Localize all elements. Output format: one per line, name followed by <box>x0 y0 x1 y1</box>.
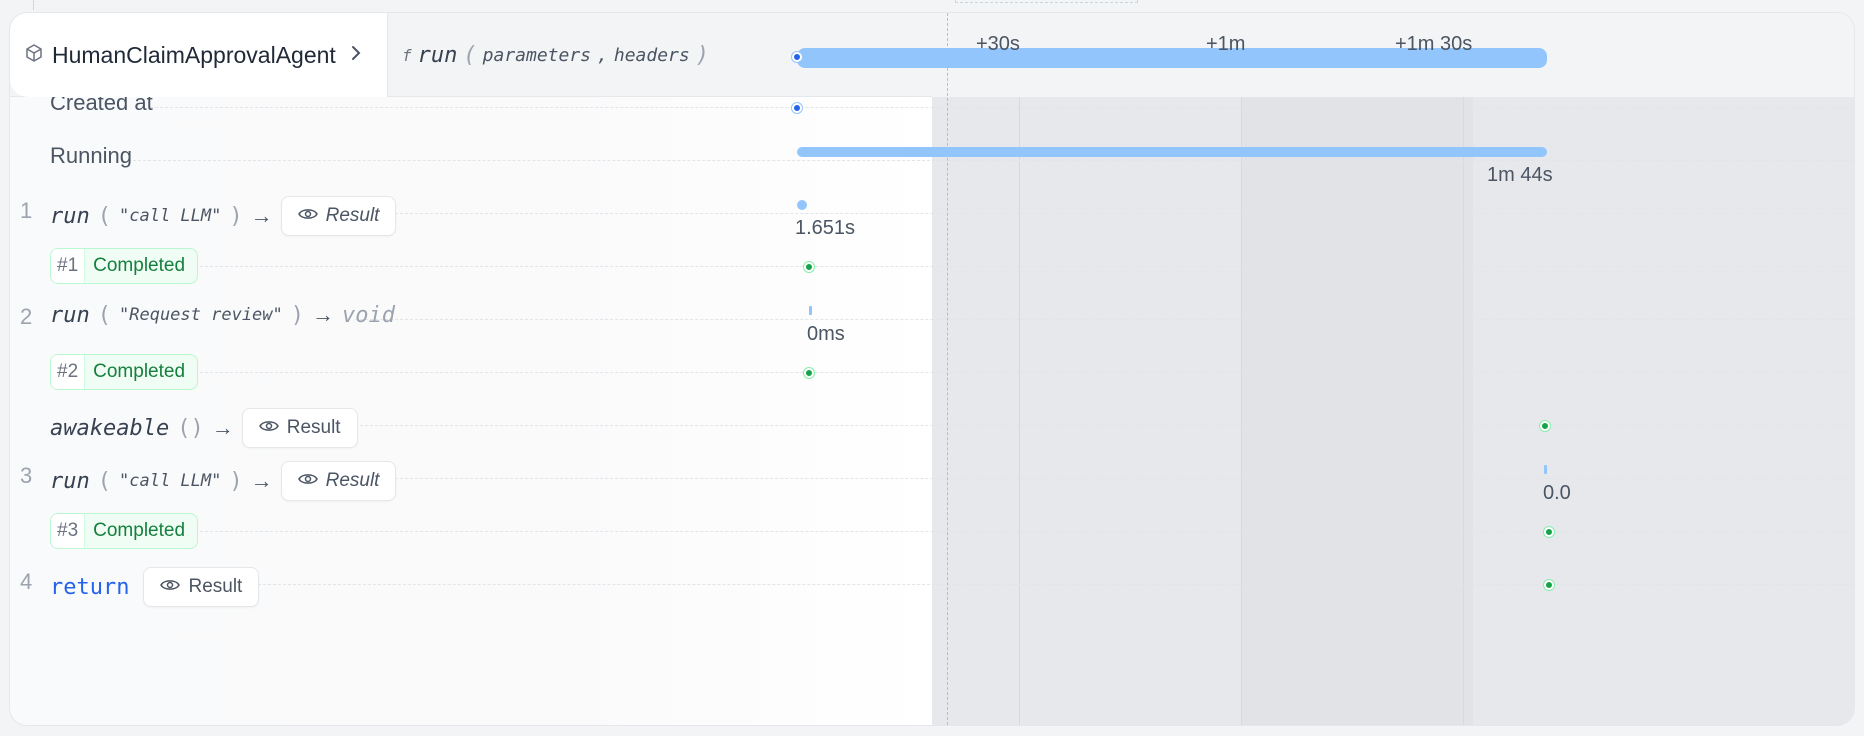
rparen: ) <box>229 468 243 494</box>
arrow-right-icon: → <box>211 415 234 440</box>
step-arg: "call LLM" <box>119 471 222 491</box>
rparen: ) <box>229 203 243 229</box>
rparen: ) <box>290 302 305 328</box>
step-2-duration: 0ms <box>807 323 845 345</box>
step-1-span-dot[interactable] <box>797 200 807 210</box>
top-guide-line <box>33 0 34 10</box>
tick-label-1m: +1m <box>1206 33 1246 55</box>
running-label: Running <box>50 143 132 168</box>
chevron-right-icon <box>350 42 362 68</box>
handler-name: run <box>417 42 458 68</box>
eye-icon <box>297 470 318 492</box>
result-label: Result <box>286 417 341 438</box>
awakeable-call: awakeable () → Result <box>50 408 358 448</box>
param-parameters: parameters <box>482 44 592 66</box>
attempt-3: #3 Completed <box>50 513 199 549</box>
step-number: 2 <box>20 304 33 329</box>
step-number: 1 <box>20 198 33 223</box>
attempt-status: Completed <box>93 361 186 382</box>
result-label: Result <box>325 205 380 226</box>
open-paren: ( <box>463 42 477 68</box>
attempt-badge[interactable]: #1 Completed <box>50 248 199 284</box>
attempt-2: #2 Completed <box>50 354 199 390</box>
result-label: Result <box>325 470 380 491</box>
arrow-right-icon: → <box>250 203 273 228</box>
return-dot <box>1544 580 1554 590</box>
step-3-duration: 0.0 <box>1543 482 1571 504</box>
attempt-number: #1 <box>51 249 86 283</box>
created-at-dot <box>792 103 802 113</box>
attempt-status: Completed <box>93 520 186 541</box>
invocation-timeline-panel: HumanClaimApprovalAgent f run ( paramete… <box>9 12 1855 726</box>
attempt-2-dot <box>804 368 814 378</box>
return-type-void: void <box>342 302 395 328</box>
result-button[interactable]: Result <box>241 408 358 448</box>
attempt-number: #2 <box>51 355 86 389</box>
agent-breadcrumb[interactable]: HumanClaimApprovalAgent <box>10 13 388 97</box>
step-fn: run <box>50 468 90 494</box>
cube-icon <box>24 43 44 68</box>
eye-icon <box>258 417 279 439</box>
tick-label-1m30s: +1m 30s <box>1395 33 1473 55</box>
param-comma: , <box>597 44 608 66</box>
result-button[interactable]: Result <box>280 461 397 501</box>
tick-label-30s: +30s <box>976 33 1020 55</box>
step-fn: run <box>50 203 90 229</box>
step-2-span-bar[interactable] <box>809 306 812 315</box>
step-fn: run <box>50 302 90 328</box>
invocation-start-dot <box>792 52 802 62</box>
eye-icon <box>297 205 318 227</box>
close-paren: ) <box>695 42 709 68</box>
return-keyword: return <box>50 574 130 600</box>
arrow-right-icon: → <box>312 302 335 327</box>
step-1-call: run ( "call LLM" ) → Result <box>50 196 397 236</box>
lparen: ( <box>97 203 111 229</box>
param-headers: headers <box>613 44 690 66</box>
awakeable-fn: awakeable <box>50 415 170 441</box>
handler-signature: f run ( parameters , headers ) <box>402 13 709 97</box>
attempt-1-dot <box>804 262 814 272</box>
awakeable-parens: () <box>177 415 204 441</box>
result-button[interactable]: Result <box>280 196 397 236</box>
running-duration: 1m 44s <box>1487 164 1553 186</box>
lparen: ( <box>97 468 111 494</box>
row-step-4[interactable]: 4 return Result <box>10 553 1854 616</box>
top-bracket <box>955 0 1138 3</box>
attempt-badge[interactable]: #3 Completed <box>50 513 199 549</box>
step-number: 4 <box>20 569 33 594</box>
running-bar[interactable] <box>797 147 1547 157</box>
attempt-badge[interactable]: #2 Completed <box>50 354 199 390</box>
step-3-span-bar[interactable] <box>1544 465 1547 474</box>
lparen: ( <box>97 302 111 328</box>
start-marker-line <box>947 13 948 725</box>
eye-icon <box>160 576 181 598</box>
attempt-3-dot <box>1544 527 1554 537</box>
arrow-right-icon: → <box>250 468 273 493</box>
awakeable-dot <box>1540 421 1550 431</box>
result-button[interactable]: Result <box>143 567 260 607</box>
attempt-1: #1 Completed <box>50 248 199 284</box>
step-arg: "Request review" <box>119 305 283 325</box>
step-2-call: run ( "Request review" ) → void <box>50 302 395 328</box>
step-3-call: run ( "call LLM" ) → Result <box>50 461 397 501</box>
attempt-status: Completed <box>93 255 186 276</box>
result-label: Result <box>188 576 243 597</box>
step-number: 3 <box>20 463 33 488</box>
agent-name[interactable]: HumanClaimApprovalAgent <box>52 42 336 69</box>
function-icon: f <box>402 45 412 65</box>
attempt-number: #3 <box>51 514 86 548</box>
step-4-return: return Result <box>50 567 260 607</box>
step-arg: "call LLM" <box>119 206 222 226</box>
step-1-duration: 1.651s <box>795 217 856 239</box>
